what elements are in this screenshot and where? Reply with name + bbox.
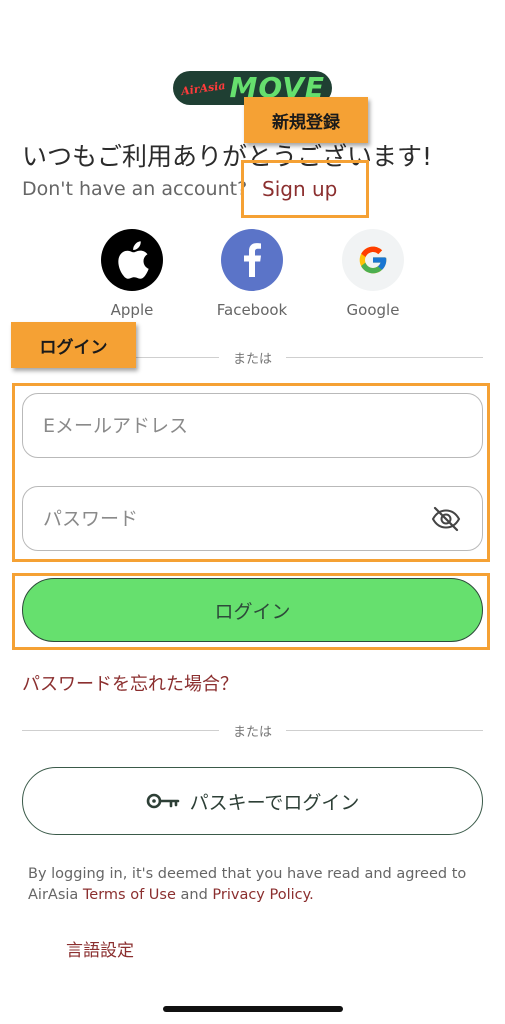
terms-of-use-link[interactable]: Terms of Use: [83, 887, 176, 903]
facebook-login-button[interactable]: Facebook: [197, 229, 307, 319]
or-divider-text: または: [233, 351, 273, 367]
apple-icon: [101, 229, 163, 291]
terms-and: and: [180, 887, 208, 903]
passkey-login-button[interactable]: パスキーでログイン: [22, 767, 483, 835]
google-label: Google: [346, 301, 400, 319]
login-button-highlight-box: [12, 573, 490, 650]
welcome-heading: いつもご利用ありがとうございます!: [22, 142, 433, 171]
login-form-highlight-box: [12, 383, 490, 562]
google-icon: [342, 229, 404, 291]
facebook-label: Facebook: [216, 301, 288, 319]
or-divider-second: または: [22, 720, 484, 740]
passkey-label: パスキーでログイン: [189, 791, 360, 814]
or-divider-text: または: [233, 724, 273, 740]
facebook-icon: [221, 229, 283, 291]
logo-airasia-text: AirAsia: [180, 78, 227, 98]
divider-line-right: [286, 729, 484, 731]
login-callout-label: ログイン: [11, 322, 136, 368]
no-account-text: Don't have an account?: [22, 178, 248, 200]
terms-notice: By logging in, it's deemed that you have…: [28, 864, 480, 906]
language-settings-link[interactable]: 言語設定: [66, 936, 134, 961]
divider-line-right: [286, 356, 484, 358]
signup-callout-label: 新規登録: [244, 97, 368, 143]
key-icon: [146, 792, 180, 810]
google-login-button[interactable]: Google: [318, 229, 428, 319]
terms-suffix: .: [309, 887, 314, 903]
signup-highlight-box: [241, 160, 369, 218]
privacy-policy-link[interactable]: Privacy Policy: [212, 887, 309, 903]
divider-line-left: [22, 729, 219, 731]
home-indicator: [163, 1006, 343, 1012]
apple-label: Apple: [110, 301, 154, 319]
apple-login-button[interactable]: Apple: [77, 229, 187, 319]
forgot-password-link[interactable]: パスワードを忘れた場合？: [22, 670, 238, 696]
